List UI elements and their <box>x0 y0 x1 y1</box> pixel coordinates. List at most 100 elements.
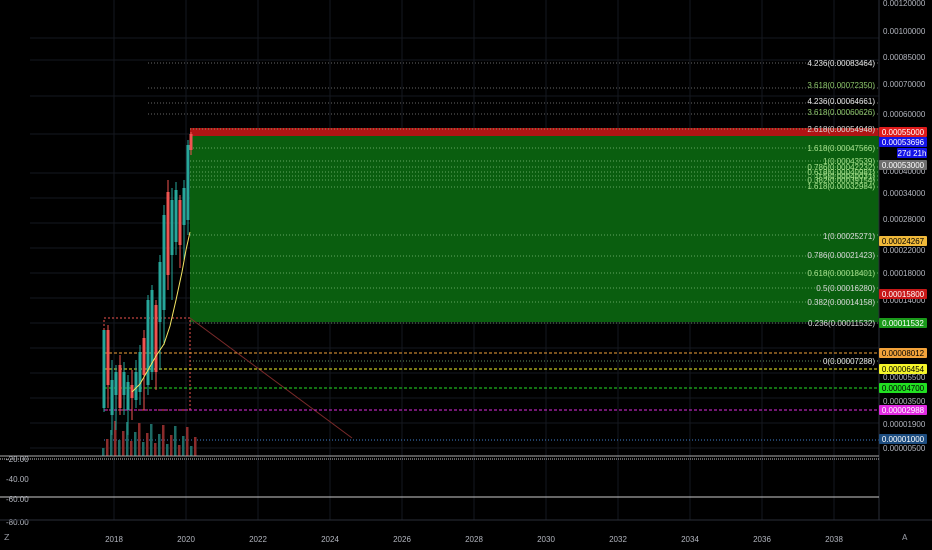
volume-bar <box>174 426 177 456</box>
price-tag-text: 27d 21h <box>898 149 927 158</box>
oscillator-axis-label: -80.00 <box>6 518 29 527</box>
candle-body[interactable] <box>122 372 126 395</box>
time-axis-label: 2022 <box>249 535 267 544</box>
fib-label: 2.618(0.00054948) <box>807 125 875 134</box>
time-axis-label: 2030 <box>537 535 555 544</box>
price-tag-text: 0.00011532 <box>882 319 924 328</box>
price-tag: 0.00008012 <box>879 348 927 358</box>
candle-body[interactable] <box>166 192 170 275</box>
candle-body[interactable] <box>118 365 122 408</box>
volume-bar <box>182 436 185 456</box>
price-axis-label: 0.00070000 <box>883 80 926 89</box>
volume-bar <box>122 431 125 456</box>
price-axis-label: 0.00005500 <box>883 373 926 382</box>
volume-bar <box>178 445 181 456</box>
price-tag-text: 0.00055000 <box>882 128 925 137</box>
time-axis-label: 2020 <box>177 535 195 544</box>
time-axis-label: 2034 <box>681 535 699 544</box>
price-tag-text: 0.00053000 <box>882 161 925 170</box>
time-axis-label: 2032 <box>609 535 627 544</box>
candle-body[interactable] <box>178 200 182 245</box>
fib-label: 3.618(0.00060626) <box>807 108 875 117</box>
volume-bar <box>170 435 173 456</box>
price-axis-label: 0.00120000 <box>883 0 926 8</box>
auto-scale-button[interactable]: A <box>902 533 907 542</box>
volume-bar <box>142 442 145 456</box>
price-tag: 0.00024267 <box>879 236 927 246</box>
price-tag-text: 0.00053696 <box>882 138 925 147</box>
oscillator-axis-label: -20.00 <box>6 455 29 464</box>
time-axis-label: 2038 <box>825 535 843 544</box>
candle-body[interactable] <box>134 372 138 400</box>
price-axis-label: 0.00018000 <box>883 269 926 278</box>
volume-bar <box>158 434 161 456</box>
price-axis-label: 0.00034000 <box>883 189 926 198</box>
price-axis-label: 0.00028000 <box>883 215 926 224</box>
price-axis-label: 0.00001900 <box>883 420 926 429</box>
time-axis-label: 2018 <box>105 535 123 544</box>
candle-body[interactable] <box>158 262 162 322</box>
fib-label: 0(0.00007288) <box>823 357 875 366</box>
candle-body[interactable] <box>138 352 142 392</box>
price-axis-label: 0.00085000 <box>883 53 926 62</box>
price-tag-text: 0.00004700 <box>882 384 925 393</box>
price-tag: 0.00053696 <box>879 137 927 147</box>
candle-body[interactable] <box>174 190 178 242</box>
candle-body[interactable] <box>186 145 190 220</box>
candle-body[interactable] <box>162 215 166 310</box>
volume-bar <box>146 433 149 456</box>
candle-body[interactable] <box>126 382 130 410</box>
price-tag-text: 0.00015800 <box>882 290 925 299</box>
candle-body[interactable] <box>106 330 110 385</box>
price-tag: 0.00004700 <box>879 383 927 393</box>
fib-label: 3.618(0.00072350) <box>807 81 875 90</box>
price-axis-label: 0.00000500 <box>883 444 926 453</box>
volume-bar <box>190 446 193 456</box>
volume-bar <box>134 432 137 456</box>
time-axis-label: 2036 <box>753 535 771 544</box>
volume-bar <box>194 437 197 456</box>
volume-bar <box>138 423 141 456</box>
fib-label: 1.618(0.00047566) <box>807 144 875 153</box>
candle-body[interactable] <box>102 330 106 408</box>
price-tag-text: 0.00006454 <box>882 365 925 374</box>
fib-label: 0.236(0.00011532) <box>808 319 875 328</box>
timezone-label: Z <box>4 533 10 542</box>
candle-body[interactable] <box>154 305 158 372</box>
candle-body[interactable] <box>170 200 174 255</box>
fib-label: 0.786(0.00021423) <box>807 251 875 260</box>
price-tag: 27d 21h <box>897 148 927 158</box>
volume-bar <box>118 440 121 456</box>
oscillator-axis-label: -60.00 <box>6 495 29 504</box>
price-tag: 0.00006454 <box>879 364 927 374</box>
fib-zone-green <box>190 136 879 322</box>
price-tag: 0.00001000 <box>879 434 927 444</box>
fib-label: 4.236(0.00083464) <box>807 59 875 68</box>
fib-label: 0.5(0.00016280) <box>816 284 875 293</box>
candle-body[interactable] <box>114 372 118 395</box>
candle-body[interactable] <box>182 188 186 225</box>
volume-bar <box>150 424 153 456</box>
volume-bar <box>154 443 157 456</box>
price-tag-text: 0.00002988 <box>882 406 925 415</box>
volume-bar <box>162 425 165 456</box>
price-axis-label: 0.00003500 <box>883 397 926 406</box>
candle-body[interactable] <box>142 338 146 375</box>
price-tag: 0.00015800 <box>879 289 927 299</box>
fib-label: 1.618(0.00032984) <box>807 182 875 191</box>
trading-chart[interactable]: 4.236(0.00083464) 3.618(0.00072350) 4.236(… <box>0 0 932 550</box>
fib-label: 1(0.00025271) <box>823 232 875 241</box>
candle-body[interactable] <box>189 134 193 150</box>
time-axis-label: 2028 <box>465 535 483 544</box>
fib-label: 0.618(0.00018401) <box>807 269 875 278</box>
price-tag-text: 0.00001000 <box>882 435 925 444</box>
price-tag: 0.00055000 <box>879 127 927 137</box>
candle-body[interactable] <box>150 290 154 372</box>
candle-body[interactable] <box>110 380 114 415</box>
price-axis-label: 0.00022000 <box>883 246 926 255</box>
timezone-button[interactable]: Z <box>4 533 9 542</box>
price-tag-text: 0.00008012 <box>882 349 925 358</box>
price-tag: 0.00011532 <box>879 318 927 328</box>
price-axis-label: 0.00100000 <box>883 27 926 36</box>
time-axis-label: 2024 <box>321 535 339 544</box>
